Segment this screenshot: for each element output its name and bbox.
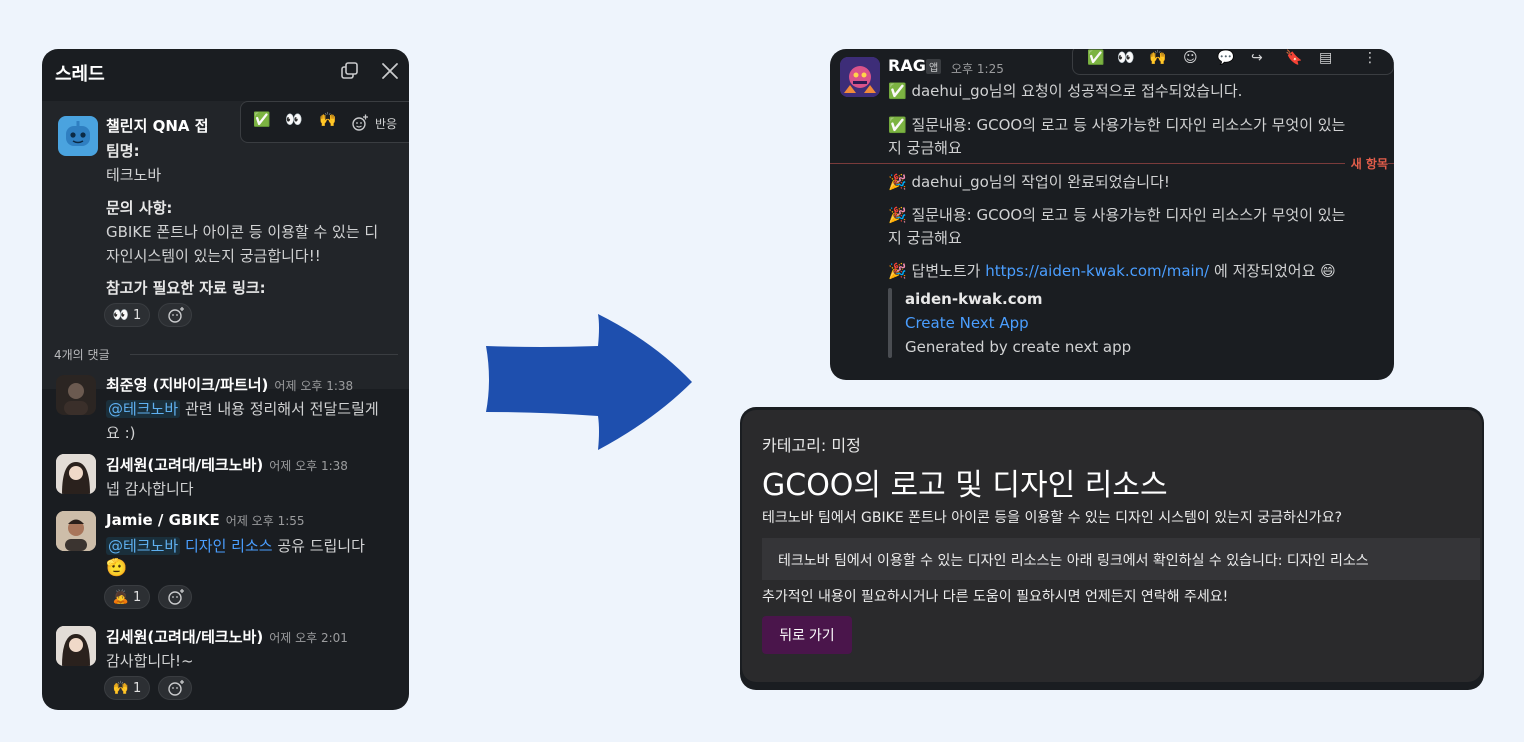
rag-line: 🎉 daehui_go님의 작업이 완료되었습니다! [888, 173, 1170, 191]
bow-reaction[interactable]: 🙇 1 [104, 585, 150, 609]
flow-arrow-icon [486, 314, 692, 450]
apps-icon[interactable]: ▤ [1319, 50, 1332, 66]
reference-label: 참고가 필요한 자료 링크: [106, 279, 266, 297]
team-value: 테크노바 [106, 166, 162, 184]
reply-text-cont: 요 :) [106, 424, 136, 442]
answer-card: 카테고리: 미정 GCOO의 로고 및 디자인 리소스 테크노바 팀에서 GBI… [742, 410, 1482, 682]
avatar [56, 454, 96, 494]
rag-line: 지 궁금해요 [888, 139, 962, 157]
check-reaction-icon[interactable]: ✅ [1087, 50, 1104, 66]
close-icon[interactable] [380, 61, 400, 85]
answer-quote-box: 테크노바 팀에서 이용할 수 있는 디자인 리소스는 아래 링크에서 확인하실 … [762, 538, 1480, 580]
category-label: 카테고리: 미정 [762, 436, 861, 455]
design-resource-link[interactable]: 디자인 리소스 [185, 537, 273, 555]
reply-text: @테크노바 디자인 리소스 공유 드립니다 [106, 537, 365, 555]
thread-panel: 스레드 챌린지 QNA 접 팀명: 테크노바 문의 사항: GBIKE 폰트나 … [42, 49, 409, 710]
raised-hands-reaction[interactable]: 🙌 1 [104, 676, 150, 700]
mention-link[interactable]: @테크노바 [106, 400, 181, 418]
new-messages-label: 새 항목 [1344, 155, 1388, 172]
rag-line: ✅ 질문내용: GCOO의 로고 등 사용가능한 디자인 리소스가 무엇이 있는 [888, 116, 1346, 134]
bot-avatar [58, 116, 98, 156]
message-actions-toolbar: ✅ 👀 🙌 반응 [240, 101, 409, 143]
add-emoji-icon[interactable]: ☺ [1183, 50, 1198, 66]
reply-divider [130, 354, 398, 355]
bookmark-icon[interactable]: 🔖 [1285, 50, 1302, 66]
raised-hands-icon[interactable]: 🙌 [1149, 50, 1166, 66]
inquiry-line-2: 자인시스템이 있는지 궁금합니다!! [106, 247, 321, 265]
reply-text: 감사합니다!~ [106, 652, 194, 670]
team-label: 팀명: [106, 142, 140, 160]
link-preview-bar [888, 288, 892, 358]
eyes-reaction-icon[interactable]: 👀 [1117, 50, 1134, 66]
answer-note-link[interactable]: https://aiden-kwak.com/main/ [985, 262, 1209, 280]
parent-author[interactable]: 챌린지 QNA 접 [106, 115, 209, 136]
avatar [56, 375, 96, 415]
salute-emoji: 🫡 [106, 558, 128, 578]
answer-followup: 추가적인 내용이 필요하시거나 다른 도움이 필요하시면 언제든지 연락해 주세… [762, 589, 1229, 605]
app-badge: 앱 [926, 59, 942, 74]
rag-actions-toolbar: ✅ 👀 🙌 ☺ 💬 ↪ 🔖 ▤ ⋮ [1072, 49, 1394, 75]
rag-author[interactable]: RAG [888, 56, 926, 75]
reply-thread-icon[interactable]: 💬 [1217, 50, 1234, 66]
answer-title: GCOO의 로고 및 디자인 리소스 [762, 468, 1168, 503]
reply-time: 어제 오후 1:55 [225, 514, 305, 528]
rag-note-line: 🎉 답변노트가 https://aiden-kwak.com/main/ 에 저… [888, 262, 1336, 280]
eyes-reaction-icon[interactable]: 👀 [285, 112, 302, 128]
rag-message-panel: RAG 앱 오후 1:25 ✅ 👀 🙌 ☺ 💬 ↪ 🔖 ▤ ⋮ ✅ daehui… [830, 49, 1394, 380]
answer-question: 테크노바 팀에서 GBIKE 폰트나 아이콘 등을 이용할 수 있는 디자인 시… [762, 510, 1342, 526]
rag-time: 오후 1:25 [951, 62, 1004, 76]
react-label[interactable]: 반응 [375, 115, 397, 132]
reply-text: @테크노바 관련 내용 정리해서 전달드릴게 [106, 400, 379, 418]
preview-site: aiden-kwak.com [905, 290, 1043, 308]
back-button[interactable]: 뒤로 가기 [762, 616, 852, 654]
add-reaction-button[interactable] [158, 303, 192, 327]
answer-page-panel: 카테고리: 미정 GCOO의 로고 및 디자인 리소스 테크노바 팀에서 GBI… [740, 407, 1484, 690]
add-reaction-button[interactable] [158, 676, 192, 700]
add-emoji-icon[interactable] [351, 114, 369, 136]
reply-author[interactable]: 김세원(고려대/테크노바) 어제 오후 2:01 [106, 626, 348, 647]
preview-desc: Generated by create next app [905, 338, 1132, 356]
reply-time: 어제 오후 2:01 [269, 631, 348, 645]
thread-header: 스레드 [42, 49, 409, 93]
avatar [56, 511, 96, 551]
raised-hands-icon[interactable]: 🙌 [319, 112, 336, 128]
rag-line: ✅ daehui_go님의 요청이 성공적으로 접수되었습니다. [888, 82, 1243, 100]
reply-time: 어제 오후 1:38 [269, 459, 348, 473]
thread-title: 스레드 [55, 64, 105, 85]
reply-count: 4개의 댓글 [54, 348, 110, 362]
reply-author[interactable]: Jamie / GBIKE 어제 오후 1:55 [106, 511, 305, 529]
new-messages-divider [830, 163, 1394, 164]
rag-bot-avatar [840, 57, 880, 97]
eyes-reaction[interactable]: 👀 1 [104, 303, 150, 327]
reply-author[interactable]: 최준영 (지바이크/파트너) 어제 오후 1:38 [106, 374, 353, 395]
preview-title[interactable]: Create Next App [905, 314, 1029, 332]
share-icon[interactable]: ↪ [1251, 50, 1263, 66]
inquiry-label: 문의 사항: [106, 199, 173, 217]
rag-line: 지 궁금해요 [888, 229, 962, 247]
reply-text: 넵 감사합니다 [106, 480, 194, 498]
reply-author[interactable]: 김세원(고려대/테크노바) 어제 오후 1:38 [106, 454, 348, 475]
answer-quote: 테크노바 팀에서 이용할 수 있는 디자인 리소스는 아래 링크에서 확인하실 … [778, 553, 1369, 569]
popout-icon[interactable] [340, 61, 360, 85]
mention-link[interactable]: @테크노바 [106, 537, 181, 555]
check-reaction-icon[interactable]: ✅ [253, 112, 270, 128]
avatar [56, 626, 96, 666]
more-actions-icon[interactable]: ⋮ [1363, 50, 1377, 66]
reply-time: 어제 오후 1:38 [274, 379, 354, 393]
rag-line: 🎉 질문내용: GCOO의 로고 등 사용가능한 디자인 리소스가 무엇이 있는 [888, 206, 1346, 224]
inquiry-line-1: GBIKE 폰트나 아이콘 등 이용할 수 있는 디 [106, 223, 379, 241]
add-reaction-button[interactable] [158, 585, 192, 609]
